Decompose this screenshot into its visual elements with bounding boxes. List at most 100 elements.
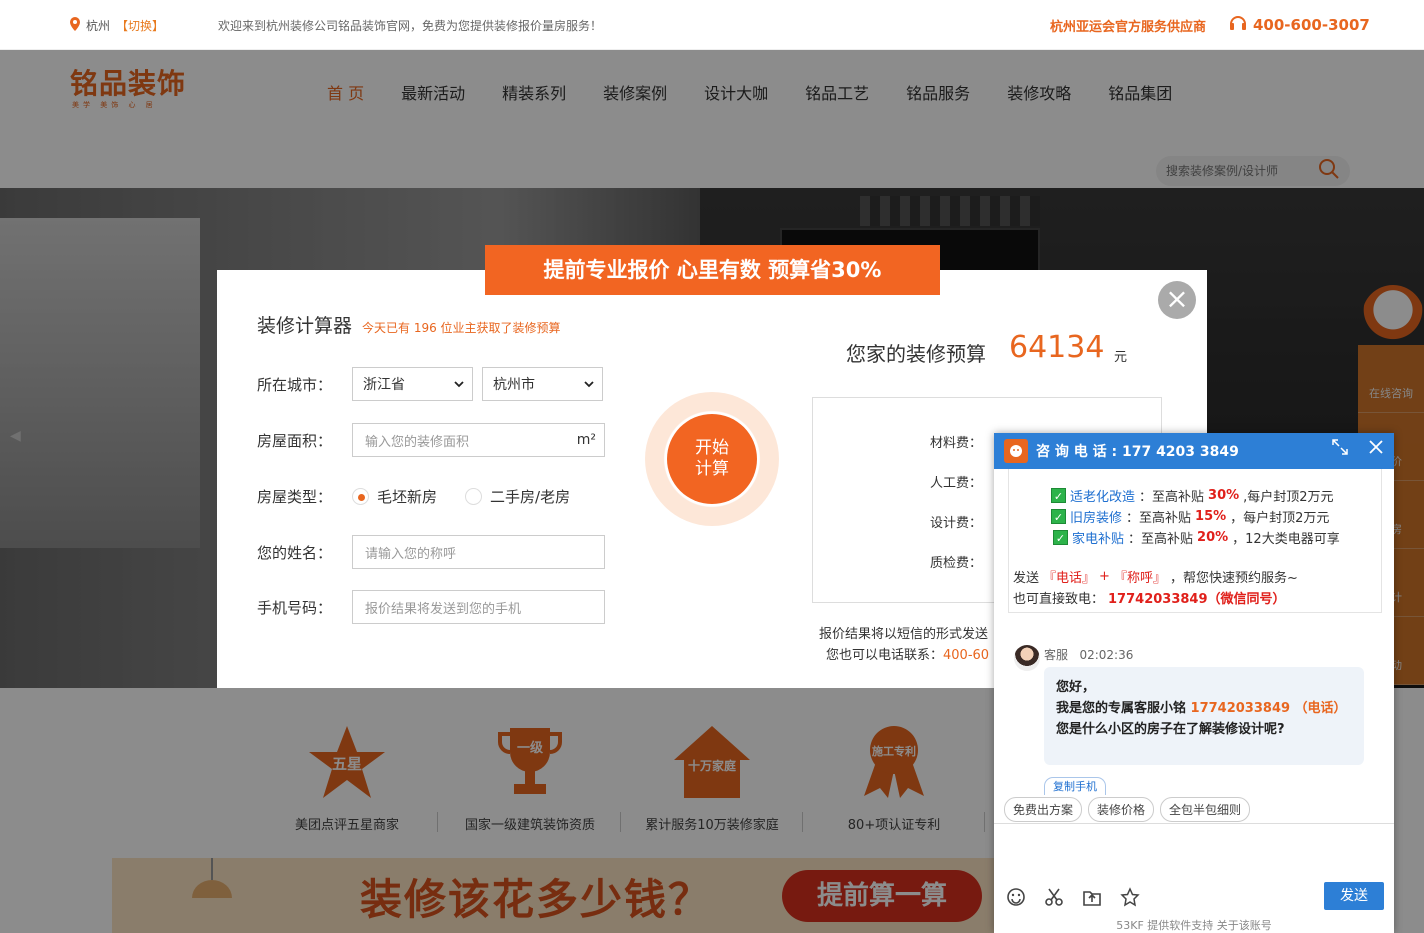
agent-avatar (1014, 645, 1040, 671)
checkbox-icon: ✓ (1051, 509, 1066, 524)
city-switch-link[interactable]: 【切换】 (116, 17, 164, 34)
promo-line: ✓ 旧房装修 ：至高补贴 15% ，每户封顶2万元 (1009, 506, 1381, 527)
msg-line3: 您是什么小区的房子在了解装修设计呢? (1056, 722, 1285, 737)
emoji-icon[interactable] (1006, 887, 1026, 912)
agent-time: 02:02:36 (1079, 648, 1134, 662)
area-placeholder: 输入您的装修面积 (365, 434, 470, 450)
type-new-label: 毛坯新房 (377, 487, 438, 506)
promo-pct: 30% (1208, 488, 1240, 503)
chat-logo-icon (1004, 439, 1028, 463)
upload-file-icon[interactable] (1082, 887, 1102, 912)
province-select[interactable]: 浙江省 (352, 367, 473, 401)
msg-phone[interactable]: 17742033849 （电话） (1191, 701, 1347, 716)
hotline[interactable]: 400-600-3007 (1228, 13, 1370, 37)
agent-name: 客服 (1044, 648, 1069, 662)
area-unit: m² (576, 432, 596, 448)
start-line1: 开始 (695, 438, 729, 458)
close-icon: × (1165, 282, 1189, 315)
msg-line2: 我是您的专属客服小铭 (1056, 701, 1191, 716)
modal-banner-title: 提前专业报价 心里有数 预算省30% (485, 245, 940, 295)
scissors-icon[interactable] (1044, 887, 1064, 912)
result-note-line1: 报价结果将以短信的形式发送 (819, 627, 989, 642)
radio-dot (465, 487, 483, 505)
cost-material: 材料费： (930, 436, 983, 451)
chat-header-title: 咨 询 电 话 : 177 4203 3849 (1036, 444, 1239, 460)
chevron-down-icon (454, 376, 464, 392)
star-rating-icon[interactable] (1120, 887, 1140, 912)
phone-row: 手机号码： 报价结果将发送到您的手机 (257, 590, 605, 624)
chat-close-icon[interactable] (1368, 439, 1384, 459)
type-label: 房屋类型： (257, 487, 333, 506)
agent-message: 您好， 我是您的专属客服小铭 17742033849 （电话） 您是什么小区的房… (1044, 667, 1364, 765)
promo-text: ：至高补贴 (1128, 532, 1194, 547)
direct-phone[interactable]: 17742033849（微信同号） (1108, 588, 1286, 607)
name-row: 您的姓名： 请输入您的称呼 (257, 535, 605, 569)
hotline-number: 400-600-3007 (1253, 16, 1370, 34)
promo-name: 家电补贴 (1072, 532, 1125, 547)
promo-rest: ，12大类电器可享 (1232, 532, 1340, 547)
chat-widget: 咨 询 电 话 : 177 4203 3849 ✓ 适老化改造 ：至高补贴 30%,… (994, 433, 1394, 933)
quick-reply[interactable]: 全包半包细则 (1160, 797, 1251, 822)
chat-controls (1332, 439, 1384, 459)
promo-name: 旧房装修 (1070, 511, 1123, 526)
city-value: 杭州市 (493, 377, 535, 393)
checkbox-icon: ✓ (1051, 488, 1066, 503)
budget-label: 您家的装修预算 (846, 342, 986, 366)
cost-design: 设计费： (930, 516, 983, 531)
promo-text: ：至高补贴 (1139, 490, 1205, 505)
promo-pct: 20% (1197, 530, 1229, 545)
calculator-heading: 装修计算器 (257, 315, 353, 337)
calculator-title: 装修计算器 今天已有 196 位业主获取了装修预算 (257, 311, 561, 338)
modal-close-button[interactable]: × (1158, 281, 1196, 319)
city-select[interactable]: 杭州市 (482, 367, 603, 401)
start-calc-label: 开始 计算 (667, 414, 757, 504)
top-bar: 杭州 【切换】 欢迎来到杭州装修公司铭品装饰官网，免费为您提供装修报价量房服务！… (0, 0, 1424, 50)
phone-input[interactable]: 报价结果将发送到您的手机 (352, 590, 605, 624)
start-line2: 计算 (695, 459, 729, 479)
phone-label: 手机号码： (257, 598, 333, 617)
send-pre: 发送 (1013, 571, 1040, 586)
cost-inspection: 质检费： (930, 556, 983, 571)
chevron-down-icon (584, 376, 594, 392)
promo-name: 适老化改造 (1070, 490, 1136, 505)
quick-reply[interactable]: 装修价格 (1088, 797, 1155, 822)
start-calc-button[interactable]: 开始 计算 (645, 392, 779, 526)
send-tag2: 『称呼』 (1113, 571, 1166, 586)
copy-phone-button[interactable]: 复制手机 (1044, 777, 1106, 795)
area-label: 房屋面积： (257, 431, 333, 450)
name-label: 您的姓名： (257, 543, 333, 562)
quick-reply[interactable]: 免费出方案 (1004, 797, 1083, 822)
chat-promo: ✓ 适老化改造 ：至高补贴 30% ,每户封顶2万元 ✓ 旧房装修 ：至高补贴 15% ，每… (1008, 469, 1382, 613)
area-row: 房屋面积： 输入您的装修面积 m² (257, 423, 605, 457)
name-input[interactable]: 请输入您的称呼 (352, 535, 605, 569)
msg-line1: 您好， (1056, 680, 1096, 695)
result-phone: 400-60 (943, 648, 990, 663)
radio-dot (352, 487, 369, 505)
quick-replies: 免费出方案 装修价格 全包半包细则 (1004, 797, 1251, 822)
type-old-label: 二手房/老房 (490, 487, 571, 506)
type-new-radio[interactable]: 毛坯新房 (352, 486, 437, 507)
budget-unit: 元 (1114, 350, 1128, 365)
result-note: 报价结果将以短信的形式发送 您也可以电话联系：400-60 (819, 624, 989, 666)
send-button[interactable]: 发送 (1324, 882, 1384, 910)
city-name: 杭州 (86, 19, 111, 33)
calculator-note: 今天已有 196 位业主获取了装修预算 (362, 321, 561, 335)
location: 杭州 【切换】 (70, 17, 164, 34)
city-row: 所在城市： 浙江省 杭州市 (257, 367, 603, 401)
headset-icon (1228, 13, 1248, 37)
budget-value: 64134 (1009, 330, 1105, 365)
promo-text: ：至高补贴 (1126, 511, 1192, 526)
phone-placeholder: 报价结果将发送到您的手机 (365, 601, 522, 617)
location-pin-icon (70, 17, 80, 34)
send-plus: + (1099, 569, 1110, 584)
result-note-line2: 您也可以电话联系： (826, 648, 944, 663)
chat-header: 咨 询 电 话 : 177 4203 3849 (994, 433, 1394, 469)
powered-by: 53KF 提供软件支持 关于该账号 (1116, 919, 1272, 932)
type-row: 房屋类型： 毛坯新房 二手房/老房 (257, 479, 598, 513)
chat-tools (1006, 887, 1140, 912)
type-old-radio[interactable]: 二手房/老房 (465, 486, 570, 507)
promo-line: ✓ 适老化改造 ：至高补贴 30% ,每户封顶2万元 (1009, 485, 1381, 506)
expand-icon[interactable] (1332, 439, 1348, 459)
area-input[interactable]: 输入您的装修面积 m² (352, 423, 605, 457)
direct-pre: 也可直接致电： (1013, 592, 1105, 607)
